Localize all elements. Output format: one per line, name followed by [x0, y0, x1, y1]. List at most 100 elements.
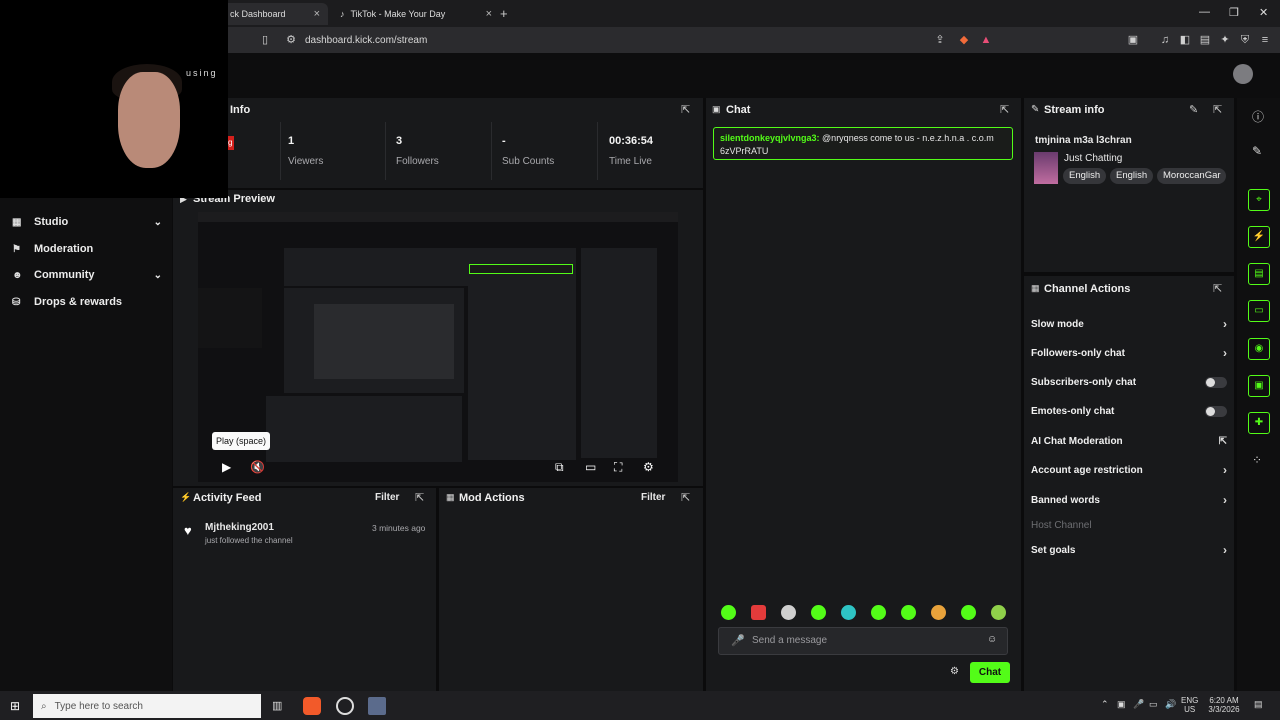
language-indicator[interactable]: ENG US: [1181, 696, 1198, 714]
emote-icon[interactable]: [991, 605, 1006, 620]
apps-icon[interactable]: ⁘: [1252, 453, 1262, 467]
tools-icon[interactable]: ✚: [1248, 412, 1270, 434]
lightning-icon[interactable]: ⚡: [1248, 226, 1270, 248]
emote-icon[interactable]: [721, 605, 736, 620]
chat-settings-icon[interactable]: ⚙: [950, 666, 959, 677]
category-name: Just Chatting: [1064, 153, 1123, 164]
restore-button[interactable]: ❐: [1229, 6, 1239, 19]
tab-kick-dashboard[interactable]: ck Dashboard ×: [222, 3, 328, 25]
tab-close-icon[interactable]: ×: [314, 8, 320, 20]
sidebar-item-drops-rewards[interactable]: ⛁ Drops & rewards: [12, 293, 162, 311]
chevron-right-icon: ›: [1223, 317, 1227, 331]
sidebar-item-community[interactable]: ☻ Community ⌄: [12, 266, 162, 284]
emote-icon[interactable]: [871, 605, 886, 620]
sub-count-label: Sub Counts: [502, 156, 555, 167]
tray-chevron-icon[interactable]: ⌃: [1101, 699, 1109, 710]
stream-tag: English: [1110, 168, 1154, 184]
chat-bubble-icon[interactable]: ▭: [1248, 300, 1270, 322]
tab-close-icon[interactable]: ×: [486, 8, 492, 20]
menu-icon[interactable]: ≡: [1258, 33, 1272, 47]
activity-filter-button[interactable]: Filter: [375, 492, 399, 503]
minimize-button[interactable]: —: [1199, 6, 1210, 18]
popout-icon[interactable]: ⇱: [1213, 282, 1222, 295]
obs-icon[interactable]: [336, 697, 354, 715]
sidebar-toggle-icon[interactable]: ▣: [1126, 33, 1140, 47]
pip-icon[interactable]: ⧉: [555, 460, 564, 475]
emotes-only-toggle[interactable]: [1205, 405, 1227, 417]
viewers-count: 1: [288, 135, 295, 147]
sidebar-item-moderation[interactable]: ⚑ Moderation: [12, 240, 162, 258]
mute-icon[interactable]: 🔇: [250, 460, 265, 474]
emote-icon[interactable]: [811, 605, 826, 620]
taskbar-search[interactable]: ⌕ Type here to search: [33, 694, 261, 718]
popout-icon[interactable]: ⇱: [681, 491, 690, 504]
action-followers-only-chat[interactable]: Followers-only chat ›: [1031, 345, 1227, 361]
action-set-goals[interactable]: Set goals ›: [1031, 542, 1227, 558]
task-view-icon[interactable]: ▥: [272, 699, 282, 712]
focus-icon[interactable]: ⌖: [1248, 189, 1270, 211]
popout-icon[interactable]: ⇱: [415, 491, 424, 504]
info-icon[interactable]: ⓘ: [1252, 108, 1264, 125]
microphone-tray-icon[interactable]: 🎤: [1133, 699, 1144, 710]
emote-icon[interactable]: [931, 605, 946, 620]
microphone-icon[interactable]: 🎤: [731, 634, 745, 647]
subscribers-only-toggle[interactable]: [1205, 376, 1227, 388]
brave-rewards-icon[interactable]: ▲: [979, 33, 993, 47]
share-icon[interactable]: ⇪: [933, 33, 947, 47]
action-slow-mode[interactable]: Slow mode ›: [1031, 316, 1227, 332]
theater-icon[interactable]: ▭: [585, 460, 596, 474]
heart-icon: ♥: [184, 523, 192, 538]
leo-ai-icon[interactable]: ✦: [1218, 33, 1232, 47]
emote-icon[interactable]: [901, 605, 916, 620]
action-ai-chat-moderation[interactable]: AI Chat Moderation ⇱: [1031, 433, 1227, 449]
clock[interactable]: 6:20 AM 3/3/2026: [1205, 696, 1243, 714]
volume-icon[interactable]: 🔊: [1165, 699, 1176, 710]
chat-message[interactable]: silentdonkeyqjvlvnga3: @nryqness come to…: [713, 127, 1013, 160]
sidebar-item-studio[interactable]: ▦ Studio ⌄: [12, 213, 162, 231]
layout-icon[interactable]: ▣: [1248, 375, 1270, 397]
webcam-overlay-text: using: [186, 68, 218, 78]
network-icon[interactable]: ▭: [1149, 699, 1158, 710]
notifications-icon[interactable]: ▤: [1254, 699, 1263, 710]
panel-icon[interactable]: ◧: [1178, 33, 1192, 47]
emote-icon[interactable]: [781, 605, 796, 620]
url-field[interactable]: dashboard.kick.com/stream: [305, 35, 427, 46]
edit-icon[interactable]: ✎: [1189, 103, 1198, 116]
mod-filter-button[interactable]: Filter: [641, 492, 665, 503]
emoji-icon[interactable]: ☺: [987, 634, 997, 645]
site-settings-icon[interactable]: ⚙: [284, 33, 298, 47]
emote-icon[interactable]: [961, 605, 976, 620]
popout-icon[interactable]: ⇱: [1213, 103, 1222, 116]
live-badge: g: [228, 136, 234, 150]
app-window-icon[interactable]: [368, 697, 386, 715]
popout-icon[interactable]: ⇱: [1000, 103, 1009, 116]
popout-icon[interactable]: ⇱: [681, 103, 690, 116]
document-icon[interactable]: ▤: [1248, 263, 1270, 285]
activity-user[interactable]: Mjtheking2001: [205, 522, 274, 533]
fullscreen-icon[interactable]: ⛶: [614, 460, 622, 475]
send-chat-button[interactable]: Chat: [970, 662, 1010, 683]
bookmark-icon[interactable]: ▯: [258, 33, 272, 47]
action-banned-words[interactable]: Banned words ›: [1031, 492, 1227, 508]
vpn-icon[interactable]: ⛨: [1238, 33, 1252, 47]
tray-app-icon[interactable]: ▣: [1117, 699, 1126, 710]
wallet-icon[interactable]: ▤: [1198, 33, 1212, 47]
mod-actions-title: Mod Actions: [459, 492, 525, 504]
emote-icon[interactable]: [841, 605, 856, 620]
brave-shield-icon[interactable]: ◆: [957, 33, 971, 47]
action-account-age-restriction[interactable]: Account age restriction ›: [1031, 462, 1227, 478]
media-icon[interactable]: ♫: [1158, 33, 1172, 47]
tab-tiktok[interactable]: ♪ TikTok - Make Your Day ×: [332, 3, 500, 25]
broadcast-icon[interactable]: ◉: [1248, 338, 1270, 360]
settings-icon[interactable]: ⚙: [643, 460, 654, 474]
windows-start-icon[interactable]: ⊞: [10, 699, 20, 713]
action-label: Slow mode: [1031, 318, 1084, 330]
play-icon[interactable]: ▶: [222, 460, 231, 474]
close-window-button[interactable]: ✕: [1259, 6, 1268, 19]
new-tab-button[interactable]: +: [500, 6, 508, 21]
emote-icon[interactable]: [751, 605, 766, 620]
brave-browser-icon[interactable]: [303, 697, 321, 715]
user-avatar[interactable]: [1233, 64, 1253, 84]
chat-username[interactable]: silentdonkeyqjvlvnga3:: [720, 133, 820, 143]
pencil-icon[interactable]: ✎: [1252, 144, 1262, 158]
